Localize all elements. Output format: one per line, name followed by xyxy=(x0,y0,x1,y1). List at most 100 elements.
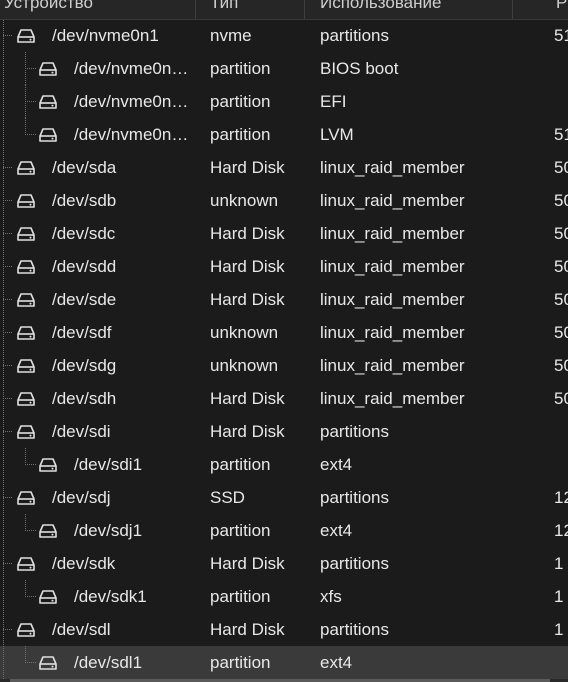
device-name: /dev/sdi1 xyxy=(74,455,143,474)
hard-drive-icon xyxy=(17,622,35,638)
device-usage: ext4 xyxy=(320,521,353,540)
hard-drive-icon xyxy=(39,127,57,143)
device-usage: ext4 xyxy=(320,455,353,474)
device-row[interactable]: /dev/sdf unknown linux_raid_member 50 xyxy=(0,316,568,349)
tree-connector xyxy=(25,68,36,69)
tree-connector xyxy=(25,118,26,135)
device-row[interactable]: /dev/nvme0n1 nvme partitions 51 xyxy=(0,19,568,52)
hard-drive-icon xyxy=(17,325,35,341)
device-type: Hard Disk xyxy=(210,422,285,441)
device-size xyxy=(554,646,568,679)
column-header-device[interactable]: Устройство xyxy=(4,0,194,19)
device-row[interactable]: /dev/sdi Hard Disk partitions xyxy=(0,415,568,448)
device-row[interactable]: /dev/sde Hard Disk linux_raid_member 50 xyxy=(0,283,568,316)
hard-drive-icon xyxy=(39,457,57,473)
hard-drive-icon xyxy=(17,193,35,209)
device-type: partition xyxy=(210,587,271,606)
partition-row[interactable]: /dev/sdj1 partition ext4 12 xyxy=(0,514,568,547)
column-separator[interactable] xyxy=(512,0,513,19)
tree-connector xyxy=(25,52,26,85)
hard-drive-icon xyxy=(17,28,35,44)
hard-drive-icon xyxy=(17,424,35,440)
device-size xyxy=(554,85,568,118)
device-usage: linux_raid_member xyxy=(320,191,465,210)
tree-connector xyxy=(25,596,36,597)
device-size: 1 xyxy=(554,587,564,606)
device-row[interactable]: /dev/sdl Hard Disk partitions 1 xyxy=(0,613,568,646)
tree-connector xyxy=(25,530,36,531)
device-row[interactable]: /dev/sdb unknown linux_raid_member 50 xyxy=(0,184,568,217)
device-name: /dev/sdg xyxy=(52,356,117,375)
partition-row[interactable]: /dev/sdk1 partition xfs 1 xyxy=(0,580,568,613)
device-row[interactable]: /dev/sdg unknown linux_raid_member 50 xyxy=(0,349,568,382)
device-size: 50 xyxy=(554,356,568,375)
tree-connector xyxy=(3,563,13,564)
hard-drive-icon xyxy=(39,94,57,110)
column-header-usage[interactable]: Использование xyxy=(320,0,510,19)
device-size: 50 xyxy=(554,158,568,177)
column-header-size[interactable]: Р xyxy=(556,0,568,19)
device-name: /dev/sdi xyxy=(52,422,111,441)
device-type: partition xyxy=(210,653,271,672)
device-type: SSD xyxy=(210,488,245,507)
device-size: 50 xyxy=(554,191,568,210)
tree-connector xyxy=(25,134,36,135)
partition-row[interactable]: /dev/nvme0n1p3 partition LVM 51 xyxy=(0,118,568,151)
device-type: unknown xyxy=(210,356,279,375)
device-name: /dev/nvme0n1p3 xyxy=(74,125,196,144)
hard-drive-icon xyxy=(39,523,57,539)
partition-row[interactable]: /dev/sdi1 partition ext4 xyxy=(0,448,568,481)
column-header-type[interactable]: Тип xyxy=(210,0,300,19)
column-separator[interactable] xyxy=(195,0,196,19)
tree-connector xyxy=(3,497,13,498)
hard-drive-icon xyxy=(17,226,35,242)
tree-connector xyxy=(3,266,13,267)
device-type: Hard Disk xyxy=(210,620,285,639)
tree-connector xyxy=(3,431,13,432)
hard-drive-icon xyxy=(39,655,57,671)
tree-connector xyxy=(25,580,26,597)
device-name: /dev/nvme0n1p2 xyxy=(74,92,196,111)
device-usage: linux_raid_member xyxy=(320,323,465,342)
device-row[interactable]: /dev/sdh Hard Disk linux_raid_member 50 xyxy=(0,382,568,415)
device-name: /dev/nvme0n1p1 xyxy=(74,59,196,78)
hard-drive-icon xyxy=(17,292,35,308)
device-size xyxy=(554,448,568,481)
partition-row[interactable]: /dev/nvme0n1p1 partition BIOS boot xyxy=(0,52,568,85)
device-usage: partitions xyxy=(320,554,389,573)
device-name: /dev/sdd xyxy=(52,257,117,276)
device-name: /dev/sdk xyxy=(52,554,116,573)
tree-connector xyxy=(3,200,13,201)
device-name: /dev/sda xyxy=(52,158,117,177)
partition-row[interactable]: /dev/sdl1 partition ext4 xyxy=(0,646,568,679)
device-usage: linux_raid_member xyxy=(320,158,465,177)
device-name: /dev/sdc xyxy=(52,224,116,243)
device-size: 12 xyxy=(554,521,568,540)
device-size: 50 xyxy=(554,290,568,309)
device-row[interactable]: /dev/sdk Hard Disk partitions 1 xyxy=(0,547,568,580)
tree-connector xyxy=(25,85,26,118)
tree-connector xyxy=(25,514,26,531)
tree-connector xyxy=(3,398,13,399)
hard-drive-icon xyxy=(17,160,35,176)
tree-connector xyxy=(3,233,13,234)
hard-drive-icon xyxy=(39,61,57,77)
tree-connector xyxy=(3,167,13,168)
device-type: partition xyxy=(210,59,271,78)
device-grid: /dev/nvme0n1 nvme partitions 51/dev/nvme0n1… xyxy=(0,19,568,679)
device-usage: linux_raid_member xyxy=(320,224,465,243)
grid-header: Устройство Тип Использование Р xyxy=(0,0,568,20)
column-separator[interactable] xyxy=(304,0,305,19)
device-name: /dev/sde xyxy=(52,290,117,309)
device-row[interactable]: /dev/sda Hard Disk linux_raid_member 50 xyxy=(0,151,568,184)
device-usage: partitions xyxy=(320,488,389,507)
device-row[interactable]: /dev/sdc Hard Disk linux_raid_member 50 xyxy=(0,217,568,250)
device-usage: linux_raid_member xyxy=(320,257,465,276)
device-row[interactable]: /dev/sdd Hard Disk linux_raid_member 50 xyxy=(0,250,568,283)
device-type: partition xyxy=(210,92,271,111)
device-usage: linux_raid_member xyxy=(320,389,465,408)
device-row[interactable]: /dev/sdj SSD partitions 12 xyxy=(0,481,568,514)
partition-row[interactable]: /dev/nvme0n1p2 partition EFI xyxy=(0,85,568,118)
tree-connector xyxy=(25,448,26,465)
device-name: /dev/sdb xyxy=(52,191,117,210)
